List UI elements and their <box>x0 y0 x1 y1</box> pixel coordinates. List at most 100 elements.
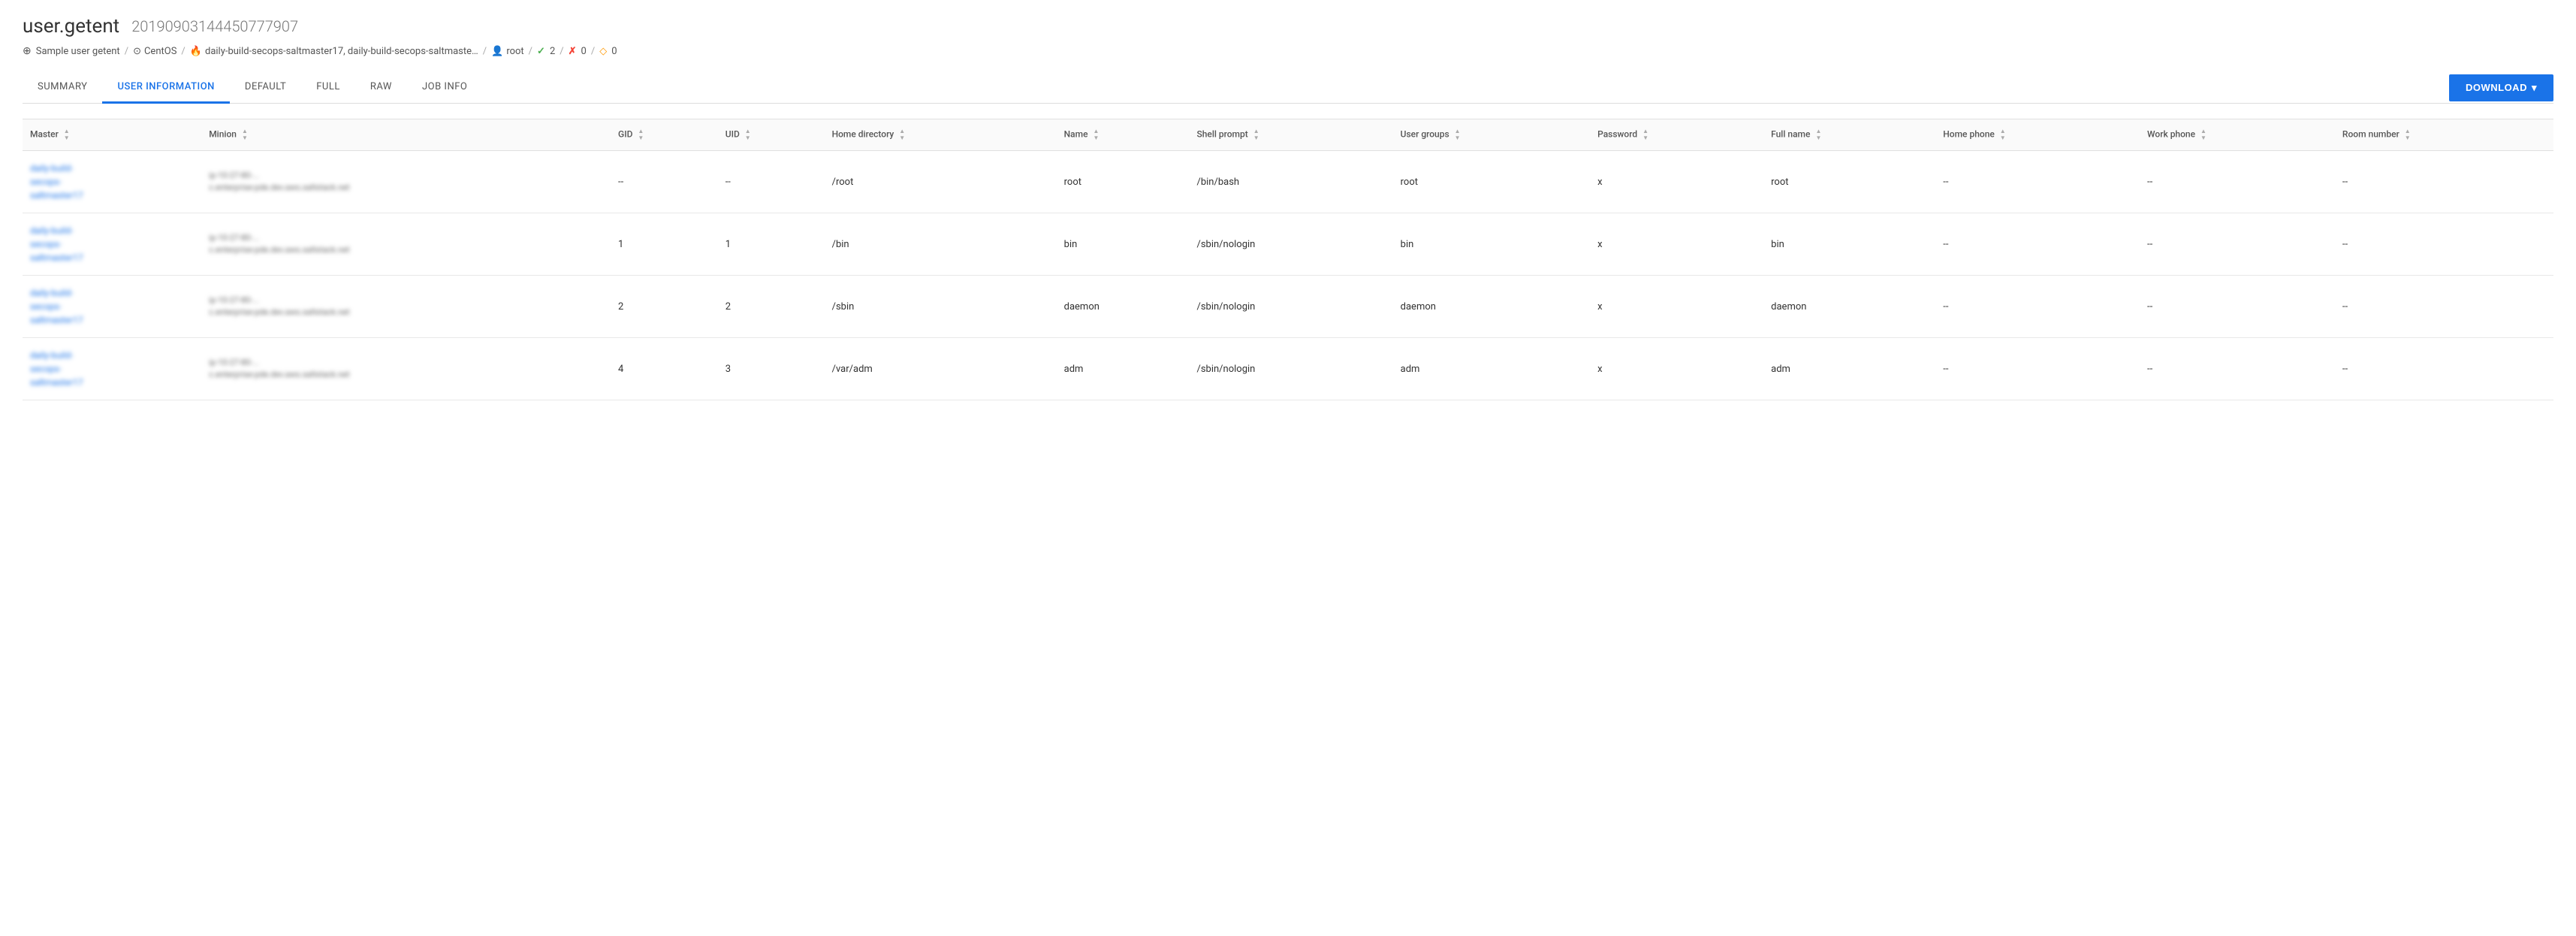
diamond-icon: ◇ <box>599 46 607 57</box>
cell-uid-2: 2 <box>718 276 825 338</box>
cell-home-dir-0: /root <box>825 151 1057 213</box>
tabs-bar: SUMMARY USER INFORMATION DEFAULT FULL RA… <box>23 72 2553 104</box>
results-table-container: Master ▲ ▼ Minion ▲▼ GID <box>23 119 2553 400</box>
cell-homephone-3: -- <box>1935 338 2140 400</box>
cell-workphone-2: -- <box>2140 276 2335 338</box>
name-sort-icons[interactable]: ▲▼ <box>1093 128 1099 141</box>
uid-sort-icons[interactable]: ▲▼ <box>745 128 751 141</box>
download-button[interactable]: DOWNLOAD ▾ <box>2449 74 2553 101</box>
col-password[interactable]: Password ▲▼ <box>1590 119 1763 151</box>
cell-roomnumber-2: -- <box>2335 276 2553 338</box>
cell-name-0: root <box>1057 151 1190 213</box>
results-table: Master ▲ ▼ Minion ▲▼ GID <box>23 119 2553 400</box>
tab-default[interactable]: DEFAULT <box>230 72 301 104</box>
tab-summary[interactable]: SUMMARY <box>23 72 102 104</box>
cell-uid-1: 1 <box>718 213 825 276</box>
cell-uid-0: -- <box>718 151 825 213</box>
cell-homephone-1: -- <box>1935 213 2140 276</box>
cell-gid-3: 4 <box>611 338 718 400</box>
cell-password-2: x <box>1590 276 1763 338</box>
breadcrumb: ⊕ Sample user getent / ⊙ CentOS / 🔥 dail… <box>23 45 2553 57</box>
cell-name-1: bin <box>1057 213 1190 276</box>
col-master[interactable]: Master ▲ ▼ <box>23 119 201 151</box>
col-shell-prompt[interactable]: Shell prompt ▲▼ <box>1189 119 1392 151</box>
cell-home-dir-2: /sbin <box>825 276 1057 338</box>
cell-shell-3: /sbin/nologin <box>1189 338 1392 400</box>
table-header-row: Master ▲ ▼ Minion ▲▼ GID <box>23 119 2553 151</box>
cell-master-3: daily-build-secops-saltmaster17 <box>23 338 201 400</box>
cross-icon: ✗ <box>569 46 577 57</box>
os-icon: ⊙ <box>133 46 141 57</box>
col-work-phone[interactable]: Work phone ▲▼ <box>2140 119 2335 151</box>
cell-groups-0: root <box>1393 151 1590 213</box>
roomnumber-sort-icons[interactable]: ▲▼ <box>2405 128 2411 141</box>
page-title: user.getent <box>23 15 119 38</box>
cell-groups-1: bin <box>1393 213 1590 276</box>
check-icon: ✓ <box>537 46 545 57</box>
cell-shell-2: /sbin/nologin <box>1189 276 1392 338</box>
col-home-directory[interactable]: Home directory ▲▼ <box>825 119 1057 151</box>
flame-icon: 🔥 <box>190 46 202 57</box>
cell-minion-1: ip-10-27-80-...c.enterprise-pde.dev.aws.… <box>201 213 611 276</box>
col-full-name[interactable]: Full name ▲▼ <box>1763 119 1935 151</box>
cell-password-0: x <box>1590 151 1763 213</box>
tab-job-info[interactable]: JOB INFO <box>407 72 482 104</box>
cell-groups-3: adm <box>1393 338 1590 400</box>
cell-gid-2: 2 <box>611 276 718 338</box>
col-room-number[interactable]: Room number ▲▼ <box>2335 119 2553 151</box>
col-gid[interactable]: GID ▲▼ <box>611 119 718 151</box>
col-uid[interactable]: UID ▲▼ <box>718 119 825 151</box>
table-row: daily-build-secops-saltmaster17 ip-10-27… <box>23 276 2553 338</box>
cell-homephone-2: -- <box>1935 276 2140 338</box>
home-dir-sort-icons[interactable]: ▲▼ <box>899 128 905 141</box>
cell-workphone-0: -- <box>2140 151 2335 213</box>
cell-gid-0: -- <box>611 151 718 213</box>
breadcrumb-sample: Sample user getent <box>36 46 120 57</box>
cell-fullname-2: daemon <box>1763 276 1935 338</box>
shell-sort-icons[interactable]: ▲▼ <box>1253 128 1259 141</box>
fullname-sort-icons[interactable]: ▲▼ <box>1815 128 1821 141</box>
cell-master-1: daily-build-secops-saltmaster17 <box>23 213 201 276</box>
cell-minion-2: ip-10-27-80-...c.enterprise-pde.dev.aws.… <box>201 276 611 338</box>
cell-roomnumber-1: -- <box>2335 213 2553 276</box>
cell-gid-1: 1 <box>611 213 718 276</box>
cell-shell-1: /sbin/nologin <box>1189 213 1392 276</box>
cell-fullname-3: adm <box>1763 338 1935 400</box>
breadcrumb-os: CentOS <box>144 46 176 57</box>
cell-fullname-1: bin <box>1763 213 1935 276</box>
tab-user-information[interactable]: USER INFORMATION <box>102 72 229 104</box>
col-name[interactable]: Name ▲▼ <box>1057 119 1190 151</box>
chevron-down-icon: ▾ <box>2532 82 2537 94</box>
cell-homephone-0: -- <box>1935 151 2140 213</box>
minion-sort-icons[interactable]: ▲▼ <box>242 128 248 141</box>
groups-sort-icons[interactable]: ▲▼ <box>1455 128 1461 141</box>
cell-minion-0: ip-10-27-80-...c.enterprise-pde.dev.aws.… <box>201 151 611 213</box>
person-icon: ⊕ <box>23 45 32 57</box>
cell-master-0: daily-build-secops-saltmaster17 <box>23 151 201 213</box>
workphone-sort-icons[interactable]: ▲▼ <box>2200 128 2206 141</box>
checks-count: 2 <box>550 46 555 57</box>
page-header: user.getent 20190903144450777907 <box>23 15 2553 38</box>
warnings-count: 0 <box>611 46 617 57</box>
breadcrumb-user: root <box>506 46 523 57</box>
cell-roomnumber-0: -- <box>2335 151 2553 213</box>
cell-fullname-0: root <box>1763 151 1935 213</box>
gid-sort-icons[interactable]: ▲▼ <box>638 128 644 141</box>
cell-home-dir-1: /bin <box>825 213 1057 276</box>
master-sort-icons[interactable]: ▲ ▼ <box>64 128 70 141</box>
col-user-groups[interactable]: User groups ▲▼ <box>1393 119 1590 151</box>
job-id: 20190903144450777907 <box>131 17 298 35</box>
cell-password-1: x <box>1590 213 1763 276</box>
table-row: daily-build-secops-saltmaster17 ip-10-27… <box>23 213 2553 276</box>
table-row: daily-build-secops-saltmaster17 ip-10-27… <box>23 338 2553 400</box>
cell-roomnumber-3: -- <box>2335 338 2553 400</box>
tab-full[interactable]: FULL <box>301 72 355 104</box>
cell-home-dir-3: /var/adm <box>825 338 1057 400</box>
password-sort-icons[interactable]: ▲▼ <box>1642 128 1648 141</box>
tab-raw[interactable]: RAW <box>355 72 407 104</box>
col-minion[interactable]: Minion ▲▼ <box>201 119 611 151</box>
table-row: daily-build-secops-saltmaster17 ip-10-27… <box>23 151 2553 213</box>
cell-minion-3: ip-10-27-80-...c.enterprise-pde.dev.aws.… <box>201 338 611 400</box>
col-home-phone[interactable]: Home phone ▲▼ <box>1935 119 2140 151</box>
homephone-sort-icons[interactable]: ▲▼ <box>2000 128 2006 141</box>
